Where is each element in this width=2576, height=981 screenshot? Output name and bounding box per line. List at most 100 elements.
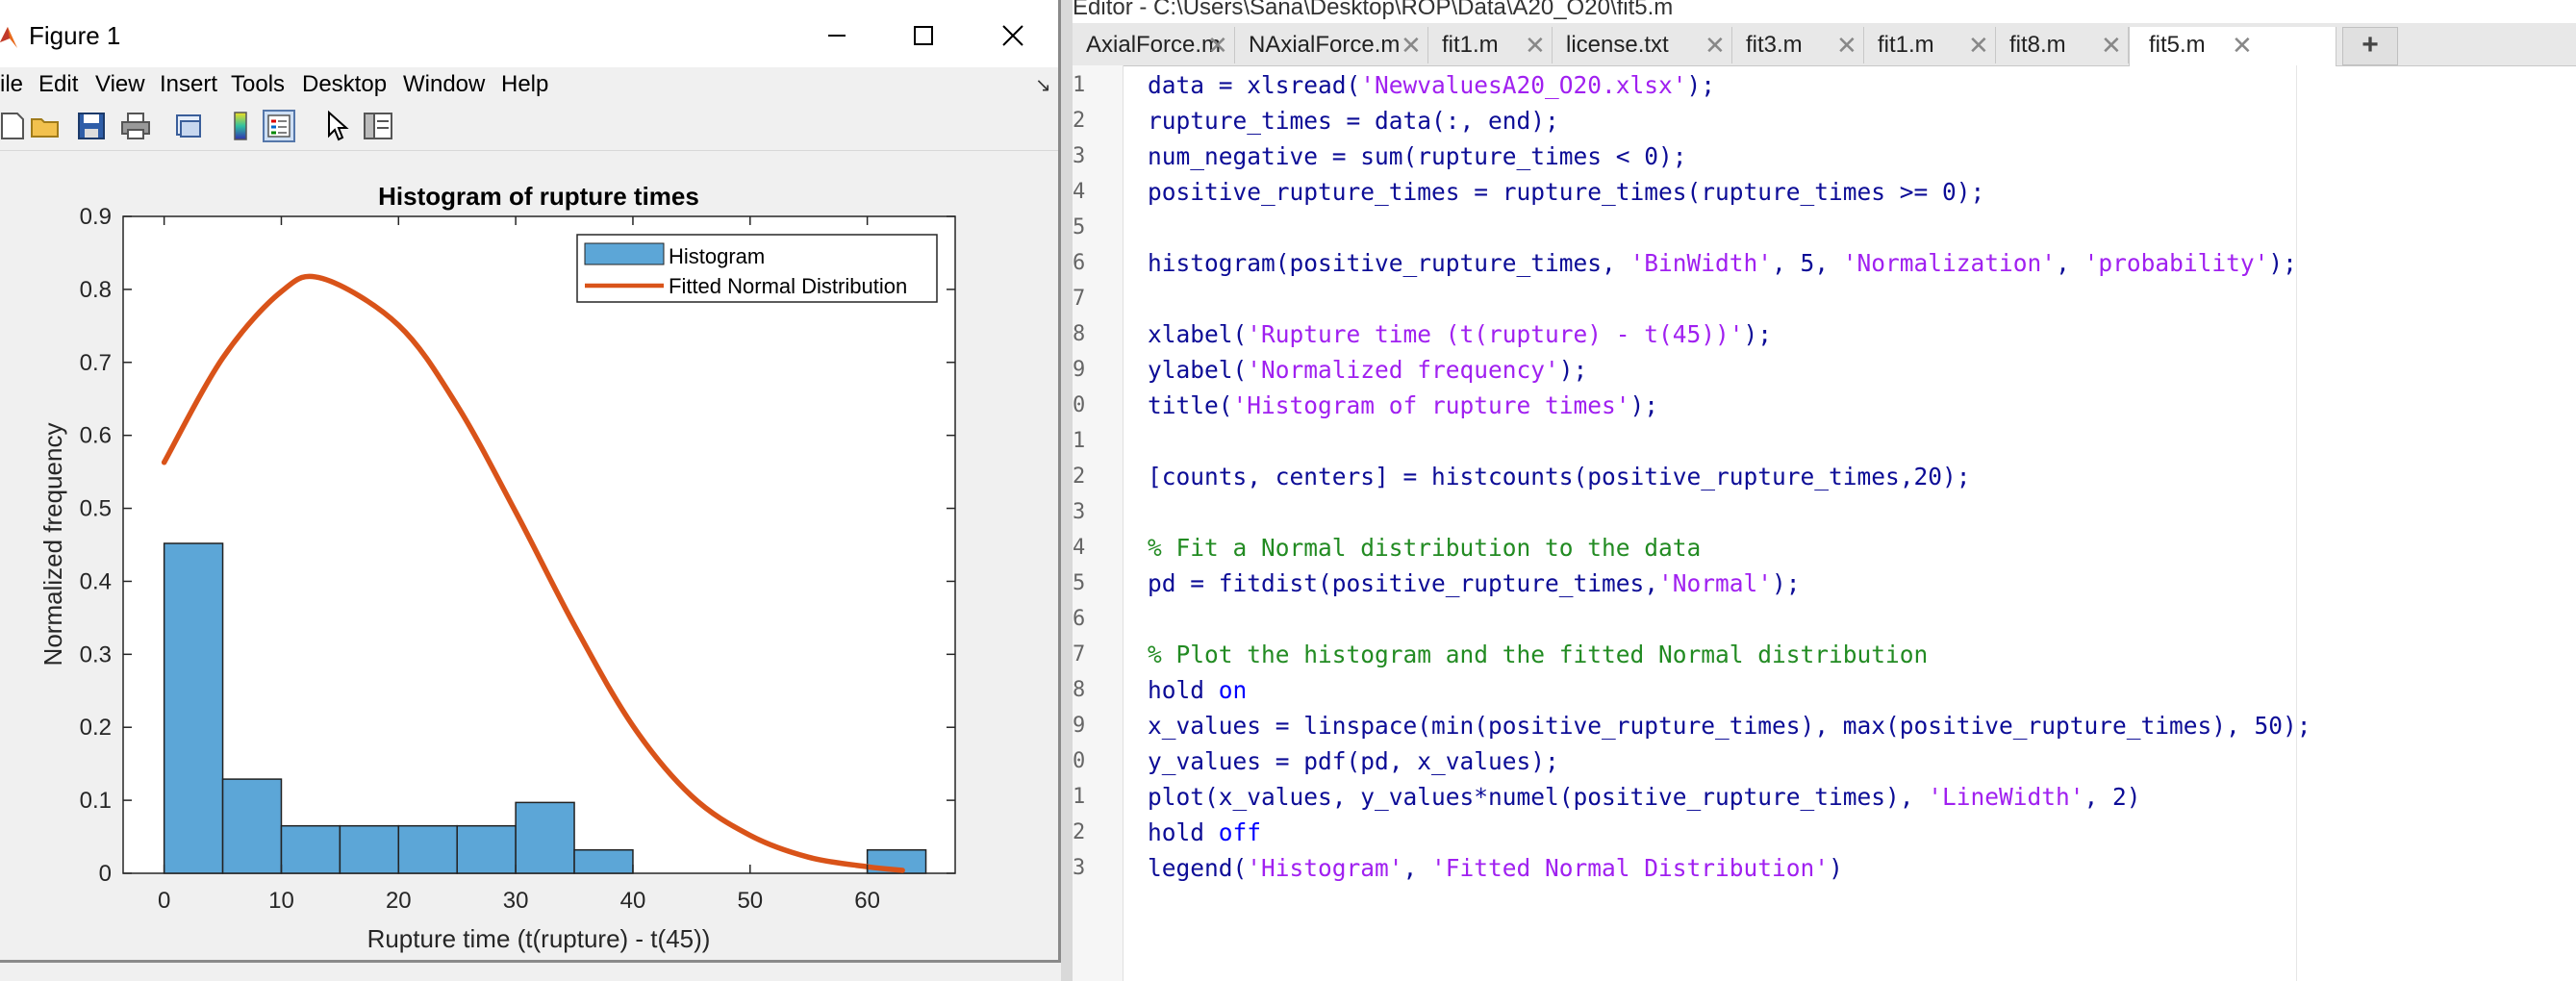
axes-background <box>122 215 956 874</box>
code-line: y_values = pdf(pd, x_values); <box>1148 747 1559 775</box>
y-tick-label: 0.2 <box>80 715 112 741</box>
line-number: 0 <box>1073 749 1086 773</box>
menu-desktop[interactable]: Desktop <box>302 71 387 98</box>
code-line: data = xlsread('NewvaluesA20_O20.xlsx'); <box>1148 71 1716 99</box>
x-tick-label: 10 <box>268 888 294 914</box>
line-number: 3 <box>1073 856 1086 880</box>
x-tick-label: 50 <box>737 888 763 914</box>
x-tick-label: 0 <box>158 888 170 914</box>
menu-help[interactable]: Help <box>501 71 548 98</box>
close-button[interactable] <box>979 13 1047 58</box>
tab-close-icon[interactable]: ✕ <box>1705 31 1726 61</box>
undock-icon[interactable]: ↘ <box>1035 73 1051 97</box>
y-tick-label: 0.4 <box>80 568 112 594</box>
menu-window[interactable]: Window <box>403 71 485 98</box>
x-tick-label: 40 <box>620 888 646 914</box>
code-line: hold on <box>1148 676 1248 704</box>
tab-label: AxialForce.m <box>1086 32 1222 58</box>
code-line: histogram(positive_rupture_times, 'BinWi… <box>1148 249 2297 277</box>
tab-fit8[interactable]: fit8.m ✕ <box>1996 27 2129 63</box>
histogram-bar <box>163 542 224 874</box>
figure-titlebar[interactable]: Figure 1 <box>0 0 1061 74</box>
tab-label: license.txt <box>1566 32 1669 58</box>
code-line: title('Histogram of rupture times'); <box>1148 391 1659 419</box>
open-folder-icon[interactable] <box>29 110 62 142</box>
property-editor-icon[interactable] <box>362 110 394 142</box>
matlab-logo-icon <box>0 27 17 48</box>
code-line: num_negative = sum(rupture_times < 0); <box>1148 142 1687 170</box>
tab-naxialforce[interactable]: NAxialForce.m ✕ <box>1235 27 1428 63</box>
y-tick-label: 0.6 <box>80 423 112 449</box>
tab-license[interactable]: license.txt ✕ <box>1553 27 1732 63</box>
tab-fit1[interactable]: fit1.m ✕ <box>1428 27 1553 63</box>
pointer-icon[interactable] <box>321 110 354 142</box>
line-number: 3 <box>1073 500 1086 524</box>
tab-close-icon[interactable]: ✕ <box>1968 31 1989 61</box>
menu-view[interactable]: View <box>95 71 145 98</box>
line-number: 7 <box>1073 287 1086 311</box>
code-line: positive_rupture_times = rupture_times(r… <box>1148 178 1985 206</box>
tab-label: fit3.m <box>1746 32 1803 58</box>
editor-titlebar: Editor - C:\Users\Sana\Desktop\ROP\Data\… <box>1073 0 2576 21</box>
minimize-icon <box>828 35 846 37</box>
figure-title: Figure 1 <box>29 21 121 50</box>
maximize-button[interactable] <box>890 13 957 58</box>
y-axis-label: Normalized frequency <box>38 423 67 667</box>
line-number: 4 <box>1073 536 1086 560</box>
code-editor[interactable]: data = xlsread('NewvaluesA20_O20.xlsx');… <box>1148 65 2571 981</box>
code-line: rupture_times = data(:, end); <box>1148 107 1559 135</box>
code-line: pd = fitdist(positive_rupture_times,'Nor… <box>1148 569 1801 597</box>
right-margin-line <box>2296 65 2297 981</box>
code-line: legend('Histogram', 'Fitted Normal Distr… <box>1148 854 1843 882</box>
menu-insert[interactable]: Insert <box>160 71 217 98</box>
print-icon[interactable] <box>119 110 152 142</box>
link-icon[interactable] <box>173 110 206 142</box>
tab-fit1-second[interactable]: fit1.m ✕ <box>1864 27 1996 63</box>
y-tick-label: 0.3 <box>80 641 112 667</box>
x-tick-label: 60 <box>854 888 880 914</box>
tab-close-icon[interactable]: ✕ <box>1401 31 1422 61</box>
tab-close-icon[interactable]: ✕ <box>1836 31 1857 61</box>
legend-label-fit: Fitted Normal Distribution <box>669 274 907 298</box>
menu-file[interactable]: ile <box>0 71 23 98</box>
x-tick-label: 30 <box>503 888 529 914</box>
x-axis-label: Rupture time (t(rupture) - t(45)) <box>367 924 711 953</box>
maximize-icon <box>914 26 933 45</box>
line-number: 2 <box>1073 820 1086 844</box>
histogram-bar <box>515 801 575 874</box>
chart-title: Histogram of rupture times <box>378 182 699 211</box>
tab-close-icon[interactable]: ✕ <box>1525 31 1546 61</box>
figure-menubar: ile Edit View Insert Tools Desktop Windo… <box>0 67 1061 102</box>
menu-edit[interactable]: Edit <box>38 71 78 98</box>
editor-window: Editor - C:\Users\Sana\Desktop\ROP\Data\… <box>1061 0 2576 981</box>
new-file-icon[interactable] <box>0 110 33 142</box>
legend[interactable]: Histogram Fitted Normal Distribution <box>576 234 938 303</box>
tab-label: NAxialForce.m <box>1249 32 1401 58</box>
close-icon <box>1002 25 1023 46</box>
tab-close-icon[interactable]: ✕ <box>2232 31 2253 61</box>
line-number: 8 <box>1073 322 1086 346</box>
histogram-bar <box>280 824 341 874</box>
legend-icon[interactable] <box>263 110 295 142</box>
y-tick-label: 0.5 <box>80 496 112 522</box>
add-tab-button[interactable]: + <box>2342 27 2398 65</box>
y-tick-label: 0.1 <box>80 788 112 814</box>
code-line: [counts, centers] = histcounts(positive_… <box>1148 463 1971 490</box>
tab-fit5[interactable]: fit5.m ✕ <box>2129 27 2336 66</box>
tab-close-icon[interactable]: ✕ <box>1207 31 1228 61</box>
colorbar-icon[interactable] <box>223 110 256 142</box>
minimize-button[interactable] <box>803 13 871 58</box>
editor-splitter[interactable] <box>1061 0 1073 981</box>
figure-toolbar <box>0 102 1061 151</box>
tab-axialforce[interactable]: AxialForce.m ✕ <box>1073 27 1235 63</box>
tab-fit3[interactable]: fit3.m ✕ <box>1732 27 1864 63</box>
y-tick-label: 0 <box>99 861 112 887</box>
menu-tools[interactable]: Tools <box>231 71 285 98</box>
histogram-bar <box>339 824 400 874</box>
figure-canvas[interactable]: 0 10 20 30 40 50 60 0 0.1 0.2 0.3 0.4 0.5 0.6 0.7 0.8 0.… <box>0 151 1058 962</box>
save-icon[interactable] <box>75 110 108 142</box>
line-number: 9 <box>1073 714 1086 738</box>
line-number: 8 <box>1073 678 1086 702</box>
tab-close-icon[interactable]: ✕ <box>2101 31 2122 61</box>
tab-label: fit5.m <box>2149 32 2206 58</box>
